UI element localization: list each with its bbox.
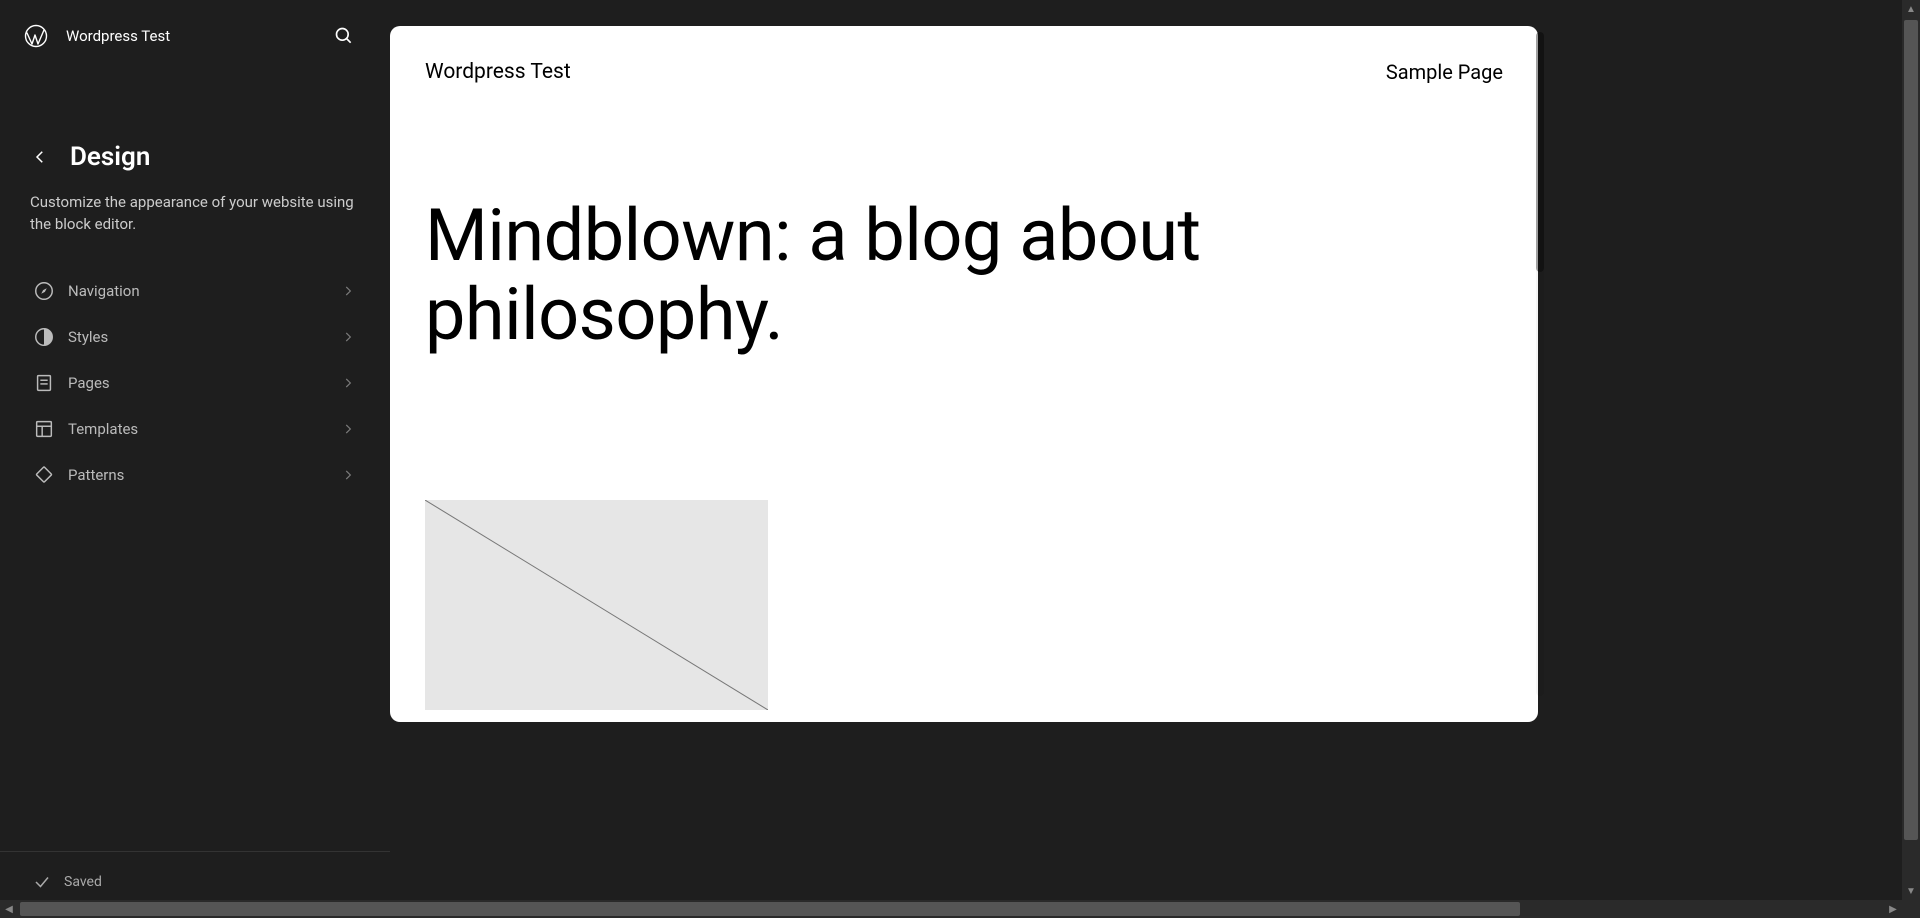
compass-icon bbox=[32, 279, 56, 303]
templates-icon bbox=[32, 417, 56, 441]
site-preview-canvas[interactable]: Wordpress Test Sample Page Mindblown: a … bbox=[390, 26, 1538, 722]
site-title[interactable]: Wordpress Test bbox=[66, 27, 328, 45]
window-vertical-scrollbar[interactable]: ▲ ▼ bbox=[1902, 0, 1920, 900]
chevron-right-icon bbox=[338, 465, 358, 485]
check-icon bbox=[30, 870, 54, 894]
scroll-corner bbox=[1902, 900, 1920, 918]
preview-scrollbar-thumb[interactable] bbox=[1536, 32, 1544, 272]
sidebar-item-styles[interactable]: Styles bbox=[18, 314, 372, 360]
right-margin bbox=[1546, 0, 1920, 918]
preview-nav-link[interactable]: Sample Page bbox=[1386, 60, 1503, 84]
sidebar-item-pages[interactable]: Pages bbox=[18, 360, 372, 406]
wordpress-logo-icon[interactable] bbox=[24, 24, 48, 48]
chevron-right-icon bbox=[338, 419, 358, 439]
panel-nav-list: Navigation Styles bbox=[0, 236, 390, 498]
preview-scroll[interactable]: Wordpress Test Sample Page Mindblown: a … bbox=[390, 26, 1538, 722]
window-horizontal-scrollbar-thumb[interactable] bbox=[20, 902, 1520, 916]
scroll-up-arrow-icon[interactable]: ▲ bbox=[1902, 0, 1920, 18]
sidebar-item-label: Styles bbox=[68, 328, 338, 346]
chevron-right-icon bbox=[338, 327, 358, 347]
sidebar-item-patterns[interactable]: Patterns bbox=[18, 452, 372, 498]
sidebar-header: Wordpress Test bbox=[0, 0, 390, 72]
search-icon[interactable] bbox=[328, 20, 360, 52]
chevron-right-icon bbox=[338, 373, 358, 393]
scroll-down-arrow-icon[interactable]: ▼ bbox=[1902, 882, 1920, 900]
sidebar-item-label: Templates bbox=[68, 420, 338, 438]
styles-icon bbox=[32, 325, 56, 349]
preview-scrollbar[interactable] bbox=[1536, 32, 1544, 696]
patterns-icon bbox=[32, 463, 56, 487]
sidebar-item-navigation[interactable]: Navigation bbox=[18, 268, 372, 314]
preview-site-header: Wordpress Test Sample Page bbox=[425, 26, 1503, 84]
scroll-right-arrow-icon[interactable]: ▶ bbox=[1884, 900, 1902, 918]
site-editor-sidebar: Wordpress Test Design Customize the appe… bbox=[0, 0, 390, 918]
scroll-left-arrow-icon[interactable]: ◀ bbox=[0, 900, 18, 918]
panel-description: Customize the appearance of your website… bbox=[0, 172, 390, 236]
save-status-label: Saved bbox=[64, 874, 102, 890]
chevron-right-icon bbox=[338, 281, 358, 301]
sidebar-item-label: Navigation bbox=[68, 282, 338, 300]
sidebar-item-templates[interactable]: Templates bbox=[18, 406, 372, 452]
window-horizontal-scrollbar[interactable]: ◀ ▶ bbox=[0, 900, 1902, 918]
window-vertical-scrollbar-thumb[interactable] bbox=[1904, 20, 1918, 840]
back-icon[interactable] bbox=[28, 145, 52, 169]
preview-post-thumbnail[interactable] bbox=[425, 500, 768, 710]
panel-heading-row: Design bbox=[0, 72, 390, 172]
pages-icon bbox=[32, 371, 56, 395]
panel-title: Design bbox=[70, 142, 150, 172]
sidebar-item-label: Patterns bbox=[68, 466, 338, 484]
preview-blog-heading[interactable]: Mindblown: a blog about philosophy. bbox=[425, 196, 1503, 354]
sidebar-item-label: Pages bbox=[68, 374, 338, 392]
preview-site-title[interactable]: Wordpress Test bbox=[425, 60, 1386, 84]
